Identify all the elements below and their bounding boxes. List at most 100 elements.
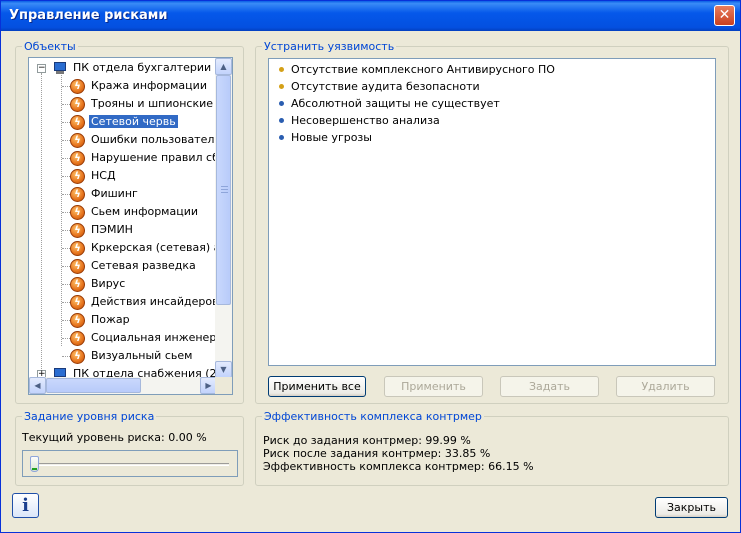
tree-node-label: ПК отдела бухгалтерии (4 шт — [73, 61, 217, 74]
chevron-left-icon: ◀ — [34, 381, 41, 390]
scrollbar-corner — [215, 377, 232, 394]
bullet-icon — [279, 135, 284, 140]
slider-thumb[interactable] — [30, 456, 39, 472]
threat-icon: ϟ — [70, 259, 85, 274]
vulnerability-label: Отсутствие комплексного Антивирусного ПО — [291, 63, 555, 76]
tree-node-threat[interactable]: ϟ Трояны и шпионские пр — [29, 95, 217, 113]
horizontal-scroll-thumb[interactable] — [46, 378, 141, 393]
tree-connector-line — [62, 86, 70, 87]
scroll-left-button[interactable]: ◀ — [29, 377, 46, 394]
tree-vertical-scrollbar[interactable]: ▲ ▼ — [215, 58, 232, 378]
tree-node-label: Ошибки пользователей — [91, 133, 217, 146]
tree-node-threat[interactable]: ϟ Фишинг — [29, 185, 217, 203]
tree-connector-line — [62, 248, 70, 249]
tree-connector-line — [62, 212, 70, 213]
set-button[interactable]: Задать — [500, 376, 599, 397]
tree-node-label: Кркерская (сетевая) ат — [91, 241, 217, 254]
tree-node-computer-group[interactable]: − ПК отдела бухгалтерии (4 шт — [29, 59, 217, 77]
tree-node-threat[interactable]: ϟ НСД — [29, 167, 217, 185]
apply-button[interactable]: Применить — [384, 376, 483, 397]
tree-node-label: Кража информации — [91, 79, 207, 92]
tree-node-threat[interactable]: ϟ Нарушение правил сбор — [29, 149, 217, 167]
tree-node-label: Визуальный сьем — [91, 349, 193, 362]
tree-connector-line — [62, 320, 70, 321]
threat-icon: ϟ — [70, 295, 85, 310]
info-button[interactable]: i — [12, 493, 39, 518]
tree-connector-line — [62, 338, 70, 339]
tree-node-threat[interactable]: ϟ Вирус — [29, 275, 217, 293]
tree-node-label: НСД — [91, 169, 116, 182]
threat-icon: ϟ — [70, 115, 85, 130]
tree-connector-line — [62, 158, 70, 159]
bullet-icon — [279, 118, 284, 123]
tree-node-label: Действия инсайдеров — [91, 295, 217, 308]
tree-node-threat[interactable]: ϟ Сетевая разведка — [29, 257, 217, 275]
tree-connector-line — [62, 266, 70, 267]
tree-node-label: Сетевой червь — [89, 115, 178, 128]
tree-horizontal-scrollbar[interactable]: ◀ ▶ — [29, 377, 217, 394]
threat-icon: ϟ — [70, 349, 85, 364]
effectiveness-group-label: Эффективность комплекса контрмер — [262, 410, 484, 423]
threat-icon: ϟ — [70, 97, 85, 112]
collapse-icon[interactable]: − — [37, 64, 46, 73]
slider-track — [31, 463, 229, 466]
tree-rows: − ПК отдела бухгалтерии (4 шт ϟ Кража инфор… — [29, 58, 217, 378]
threat-icon: ϟ — [70, 187, 85, 202]
vulnerabilities-group-label: Устранить уязвимость — [262, 40, 397, 53]
close-button[interactable]: Закрыть — [655, 497, 728, 518]
apply-all-button[interactable]: Применить все — [268, 376, 366, 397]
tree-node-threat[interactable]: ϟ Сетевой червь — [29, 113, 217, 131]
tree-node-label: Фишинг — [91, 187, 138, 200]
risk-level-slider[interactable] — [22, 450, 238, 477]
chevron-right-icon: ▶ — [205, 381, 212, 390]
tree-connector-line — [62, 122, 70, 123]
tree-connector-line — [62, 140, 70, 141]
chevron-up-icon: ▲ — [220, 62, 227, 71]
delete-button[interactable]: Удалить — [616, 376, 715, 397]
scroll-down-button[interactable]: ▼ — [215, 361, 232, 378]
threat-icon: ϟ — [70, 151, 85, 166]
risk-before-countermeasures: Риск до задания контрмер: 99.99 % — [263, 434, 471, 447]
chevron-down-icon: ▼ — [220, 365, 227, 374]
tree-node-threat[interactable]: ϟ Визуальный сьем — [29, 347, 217, 365]
tree-node-threat[interactable]: ϟ ПЭМИН — [29, 221, 217, 239]
tree-node-label: Вирус — [91, 277, 126, 290]
vulnerability-label: Отсутствие аудита безопасноти — [291, 80, 480, 93]
window-title: Управление рисками — [9, 8, 168, 23]
vulnerability-label: Несовершенство анализа — [291, 114, 440, 127]
threat-icon: ϟ — [70, 277, 85, 292]
tree-node-threat[interactable]: ϟ Сьем информации — [29, 203, 217, 221]
threat-icon: ϟ — [70, 79, 85, 94]
tree-connector-line — [62, 302, 70, 303]
info-icon: i — [22, 495, 29, 516]
risk-after-countermeasures: Риск после задания контрмер: 33.85 % — [263, 447, 491, 460]
risk-level-group-label: Задание уровня риска — [22, 410, 157, 423]
tree-node-label: Пожар — [91, 313, 130, 326]
tree-node-label: ПЭМИН — [91, 223, 133, 236]
vulnerability-label: Абсолютной защиты не существует — [291, 97, 500, 110]
tree-connector-line — [62, 194, 70, 195]
objects-group-label: Объекты — [22, 40, 78, 53]
tree-connector-line — [62, 284, 70, 285]
tree-node-threat[interactable]: ϟ Социальная инженерия — [29, 329, 217, 347]
vulnerabilities-list[interactable]: Отсутствие комплексного Антивирусного ПО… — [268, 58, 716, 366]
tree-node-label: Трояны и шпионские пр — [91, 97, 217, 110]
close-window-button[interactable]: ✕ — [714, 5, 735, 26]
current-risk-level: Текущий уровень риска: 0.00 % — [22, 431, 207, 444]
scroll-up-button[interactable]: ▲ — [215, 58, 232, 75]
tree-connector-line — [62, 356, 70, 357]
tree-node-threat[interactable]: ϟ Действия инсайдеров — [29, 293, 217, 311]
title-bar[interactable]: Управление рисками ✕ — [1, 1, 740, 31]
tree-node-label: Сьем информации — [91, 205, 199, 218]
bullet-icon — [279, 67, 284, 72]
countermeasures-efficiency: Эффективность комплекса контрмер: 66.15 … — [263, 460, 534, 473]
objects-tree[interactable]: − ПК отдела бухгалтерии (4 шт ϟ Кража инфор… — [28, 57, 233, 395]
tree-node-threat[interactable]: ϟ Кража информации — [29, 77, 217, 95]
tree-node-threat[interactable]: ϟ Ошибки пользователей — [29, 131, 217, 149]
vertical-scroll-thumb[interactable] — [216, 75, 231, 305]
threat-icon: ϟ — [70, 313, 85, 328]
tree-node-threat[interactable]: ϟ Пожар — [29, 311, 217, 329]
close-icon: ✕ — [718, 7, 731, 23]
tree-node-threat[interactable]: ϟ Кркерская (сетевая) ат — [29, 239, 217, 257]
threat-icon: ϟ — [70, 241, 85, 256]
